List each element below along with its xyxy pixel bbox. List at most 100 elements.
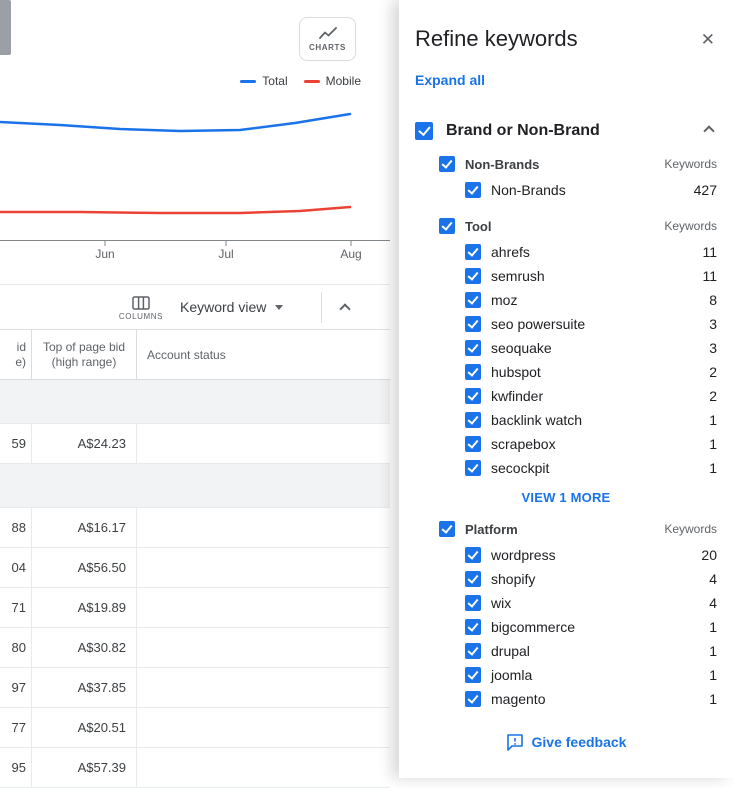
checkbox-checked[interactable] [465, 619, 481, 635]
checkbox-checked[interactable] [439, 156, 455, 172]
keyword-filter-label: semrush [491, 268, 545, 284]
keyword-filter-item[interactable]: ahrefs 11 [465, 240, 717, 264]
keyword-count: 3 [709, 340, 717, 356]
table-row[interactable]: 71 A$19.89 [0, 588, 390, 628]
view-selector-dropdown[interactable]: Keyword view [180, 285, 284, 329]
table-row[interactable]: 04 A$56.50 [0, 548, 390, 588]
checkbox-checked[interactable] [465, 182, 481, 198]
keywords-column-label: Keywords [664, 522, 717, 536]
low-bid-column-header[interactable]: id e) [0, 330, 32, 379]
checkbox-checked[interactable] [465, 316, 481, 332]
legend-item-mobile[interactable]: Mobile [303, 74, 361, 88]
mobile-series-swatch [303, 79, 320, 83]
keyword-count: 1 [709, 412, 717, 428]
feedback-icon [506, 734, 523, 751]
filter-group-label: Non-Brands [465, 156, 540, 172]
checkbox-checked[interactable] [465, 460, 481, 476]
section-brand-or-nonbrand[interactable]: Brand or Non-Brand [415, 122, 717, 140]
keyword-filter-item[interactable]: bigcommerce 1 [465, 615, 717, 639]
columns-button[interactable]: COLUMNS [112, 290, 170, 326]
section-label: Brand or Non-Brand [446, 122, 600, 139]
table-row[interactable]: 77 A$20.51 [0, 708, 390, 748]
keyword-filter-item[interactable]: magento 1 [465, 687, 717, 711]
filter-group-items: Non-Brands 427 [465, 178, 717, 202]
keyword-filter-item[interactable]: backlink watch 1 [465, 408, 717, 432]
keyword-filter-item[interactable]: moz 8 [465, 288, 717, 312]
checkbox-checked[interactable] [439, 218, 455, 234]
keyword-filter-item[interactable]: scrapebox 1 [465, 432, 717, 456]
dropdown-caret-icon [275, 304, 284, 310]
low-bid-fragment-cell: 80 [0, 628, 32, 667]
expand-all-link[interactable]: Expand all [415, 72, 485, 88]
keyword-filter-item[interactable]: joomla 1 [465, 663, 717, 687]
keyword-filter-item[interactable]: wix 4 [465, 591, 717, 615]
close-icon[interactable]: ✕ [699, 29, 717, 50]
filter-group-header: Platform Keywords [439, 521, 717, 537]
filter-group-label: Platform [465, 521, 518, 537]
checkbox-checked[interactable] [415, 122, 433, 140]
chevron-up-icon[interactable] [703, 125, 715, 137]
keyword-count: 1 [709, 619, 717, 635]
table-row[interactable]: 80 A$30.82 [0, 628, 390, 668]
checkbox-checked[interactable] [465, 268, 481, 284]
charts-toggle-button[interactable]: CHARTS [299, 17, 356, 61]
keyword-count: 4 [709, 571, 717, 587]
table-toolbar: COLUMNS Keyword view [0, 284, 390, 330]
checkbox-checked[interactable] [465, 691, 481, 707]
table-row[interactable]: 88 A$16.17 [0, 508, 390, 548]
keyword-filter-item[interactable]: drupal 1 [465, 639, 717, 663]
keyword-count: 3 [709, 316, 717, 332]
x-tick-aug: Aug [340, 247, 362, 261]
keyword-count: 1 [709, 460, 717, 476]
table-row[interactable]: 59 A$24.23 [0, 424, 390, 464]
keyword-filter-label: secockpit [491, 460, 550, 476]
keyword-filter-item[interactable]: semrush 11 [465, 264, 717, 288]
total-series-swatch [240, 79, 257, 83]
checkbox-checked[interactable] [465, 436, 481, 452]
checkbox-checked[interactable] [465, 667, 481, 683]
legend-item-total[interactable]: Total [240, 74, 288, 88]
checkbox-checked[interactable] [465, 388, 481, 404]
checkbox-checked[interactable] [465, 244, 481, 260]
high-bid-header-label: Top of page bid (high range) [42, 339, 126, 369]
checkbox-checked[interactable] [465, 364, 481, 380]
keyword-filter-item[interactable]: seoquake 3 [465, 336, 717, 360]
give-feedback-link[interactable]: Give feedback [415, 733, 717, 751]
table-row[interactable]: 97 A$37.85 [0, 668, 390, 708]
keyword-filter-item[interactable]: shopify 4 [465, 567, 717, 591]
checkbox-checked[interactable] [465, 340, 481, 356]
table-row[interactable]: 95 A$57.39 [0, 748, 390, 788]
account-status-cell [137, 668, 390, 707]
checkbox-checked[interactable] [465, 412, 481, 428]
feedback-label: Give feedback [531, 734, 627, 750]
mobile-series-line [0, 205, 352, 215]
keyword-filter-item[interactable]: seo powersuite 3 [465, 312, 717, 336]
collapse-chart-chevron-icon[interactable] [339, 303, 351, 315]
high-bid-column-header[interactable]: Top of page bid (high range) [32, 330, 137, 379]
checkbox-checked[interactable] [465, 571, 481, 587]
checkbox-checked[interactable] [439, 521, 455, 537]
checkbox-checked[interactable] [465, 595, 481, 611]
checkbox-checked[interactable] [465, 292, 481, 308]
checkbox-checked[interactable] [465, 547, 481, 563]
view-more-link[interactable]: VIEW 1 MORE [415, 490, 717, 505]
keyword-filter-item[interactable]: Non-Brands 427 [465, 178, 717, 202]
keyword-filter-label: kwfinder [491, 388, 544, 404]
keyword-count: 1 [709, 643, 717, 659]
keyword-count: 1 [709, 691, 717, 707]
keyword-filter-item[interactable]: kwfinder 2 [465, 384, 717, 408]
keyword-filter-item[interactable]: secockpit 1 [465, 456, 717, 480]
x-tick-jun: Jun [95, 247, 115, 261]
checkbox-checked[interactable] [465, 643, 481, 659]
account-status-column-header[interactable]: Account status [137, 330, 390, 379]
keyword-filter-item[interactable]: wordpress 20 [465, 543, 717, 567]
keyword-filter-label: wordpress [491, 547, 556, 563]
table-section-band [0, 464, 390, 508]
keyword-count: 4 [709, 595, 717, 611]
low-bid-fragment-cell: 59 [0, 424, 32, 463]
filter-group-header: Tool Keywords [439, 218, 717, 234]
keyword-filter-item[interactable]: hubspot 2 [465, 360, 717, 384]
account-status-cell [137, 748, 390, 787]
keyword-filter-label: drupal [491, 643, 530, 659]
forecast-chart [0, 112, 390, 246]
